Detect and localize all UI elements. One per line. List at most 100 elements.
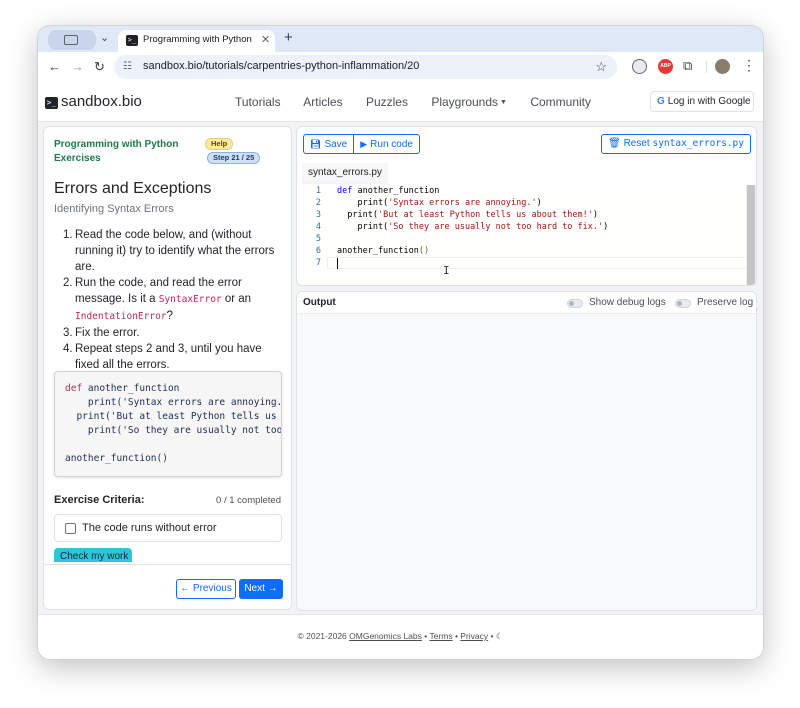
code-line: print('So they are usually not too hard … (87, 425, 282, 436)
privacy-link[interactable]: Privacy (460, 631, 488, 641)
browser-toolbar: ← → ↻ ☷ sandbox.bio/tutorials/carpentrie… (38, 52, 763, 82)
play-icon: ▶ (360, 139, 368, 149)
nav-playgrounds[interactable]: Playgrounds (431, 95, 498, 109)
code-keyword: def (337, 186, 353, 196)
tab-close-icon[interactable]: ✕ (261, 33, 270, 46)
lesson-subtitle: Identifying Syntax Errors (54, 203, 174, 215)
nav-community[interactable]: Community (530, 95, 591, 109)
step-badge[interactable]: Step 21 / 25 (207, 152, 261, 164)
output-title: Output (303, 297, 336, 308)
code-string: 'Syntax errors are annoying.' (388, 198, 537, 208)
reset-file-button[interactable]: 🗑︎ Reset syntax_errors.py (601, 134, 751, 154)
code-line: def another_function (337, 185, 747, 197)
output-header: Output Show debug logs Preserve log (297, 292, 756, 314)
site-nav-links: Tutorials Articles Puzzles Playgrounds ▼ … (235, 95, 611, 109)
tab-search-chevron-icon[interactable]: ⌄ (100, 31, 109, 44)
new-tab-icon[interactable]: + (284, 29, 293, 46)
browser-window: ⌄ >_ Programming with Python Exe ✕ + ← →… (38, 26, 763, 659)
list-item: 2. Run the code, and read the error messa… (63, 277, 252, 322)
address-bar[interactable]: ☷ sandbox.bio/tutorials/carpentries-pyth… (114, 55, 617, 79)
code-text: another_function (352, 186, 440, 196)
previous-button[interactable]: ← Previous (176, 579, 236, 599)
code-text: ) (603, 222, 609, 232)
step-text: Read the code below, and (without runnin… (75, 229, 275, 273)
ibeam-cursor-icon: I (443, 264, 450, 277)
preserve-log-toggle[interactable] (675, 299, 691, 308)
text-cursor (337, 258, 338, 269)
check-my-work-button[interactable]: Check my work (54, 548, 132, 562)
floppy-disk-icon: 💾︎ (310, 139, 322, 149)
editor-scrollbar[interactable] (746, 185, 756, 285)
toggle-knob (677, 301, 682, 306)
dark-mode-moon-icon[interactable]: ☾ (496, 631, 504, 641)
line-number: 1 (315, 186, 321, 196)
lesson-title: Errors and Exceptions (54, 180, 212, 197)
nav-puzzles[interactable]: Puzzles (366, 95, 408, 109)
profile-avatar[interactable] (715, 59, 730, 74)
google-g-icon: G (657, 96, 665, 107)
toolbar-divider (706, 61, 707, 73)
help-badge[interactable]: Help (205, 138, 234, 150)
code-editor[interactable]: 1 2 3 4 5 6 7 def another_function print… (297, 185, 756, 285)
line-number: 4 (315, 222, 321, 232)
code-line: print('Syntax errors are annoying.') (65, 397, 282, 408)
tab-groups-button[interactable] (48, 30, 96, 50)
browser-menu-icon[interactable]: ⋮ (742, 57, 756, 74)
list-item: 1. Read the code below, and (without runn… (63, 229, 275, 273)
line-number: 5 (315, 234, 321, 244)
site-navbar: >_ sandbox.bio Tutorials Articles Puzzles… (38, 82, 763, 122)
page: >_ sandbox.bio Tutorials Articles Puzzles… (38, 82, 763, 659)
company-link[interactable]: OMGenomics Labs (349, 631, 422, 641)
criteria-title: Exercise Criteria: (54, 494, 145, 506)
code-lines: def another_function print( 'Syntax error… (337, 185, 747, 269)
file-tab[interactable]: syntax_errors.py (302, 163, 388, 184)
bookmark-star-icon[interactable]: ☆ (595, 59, 607, 75)
course-title[interactable]: Programming with Python Exercises (54, 138, 194, 166)
nav-articles[interactable]: Articles (303, 95, 342, 109)
site-info-icon[interactable]: ☷ (123, 61, 135, 73)
nav-tutorials[interactable]: Tutorials (235, 95, 281, 109)
scrollbar-thumb[interactable] (747, 185, 755, 285)
adblock-icon[interactable]: ABP (658, 59, 673, 74)
reload-icon[interactable]: ↻ (94, 59, 105, 75)
brand-text: sandbox.bio (61, 93, 142, 110)
active-tab[interactable]: >_ Programming with Python Exe ✕ (118, 30, 275, 52)
code-line: another_function() (65, 453, 168, 464)
code-line: print('But at least Python tells us abou… (76, 411, 277, 422)
back-icon[interactable]: ← (48, 59, 61, 75)
reset-filename: syntax_errors.py (652, 138, 744, 149)
code-string: 'So they are usually not too hard to fix… (388, 222, 604, 232)
next-button[interactable]: Next → (239, 579, 283, 599)
inline-code: IndentationError (75, 311, 167, 322)
step-text: ? (166, 310, 173, 322)
trash-icon: 🗑︎ (608, 138, 624, 149)
puzzle-icon[interactable]: ⧉ (683, 58, 692, 74)
terms-link[interactable]: Terms (429, 631, 452, 641)
save-button[interactable]: 💾︎ Save (304, 135, 353, 153)
terminal-favicon-icon: >_ (126, 35, 138, 46)
tab-strip: ⌄ >_ Programming with Python Exe ✕ + (38, 26, 763, 52)
step-text: or an (221, 293, 252, 305)
debug-logs-toggle[interactable] (567, 299, 583, 308)
url-text: sandbox.bio/tutorials/carpentries-python… (143, 60, 420, 72)
forward-icon[interactable]: → (71, 59, 84, 75)
instruction-list: 1. Read the code below, and (without runn… (54, 227, 286, 373)
google-lens-icon[interactable] (632, 59, 647, 74)
code-text: ) (536, 198, 542, 208)
criteria-count: 0 / 1 completed (216, 495, 281, 506)
line-number: 7 (315, 258, 321, 268)
criteria-checkbox[interactable] (65, 523, 76, 534)
divider (44, 564, 291, 565)
code-line: another_function (82, 383, 180, 394)
line-number-gutter: 1 2 3 4 5 6 7 (297, 185, 325, 285)
toggle-knob (569, 301, 574, 306)
login-label: Log in with Google (667, 96, 751, 107)
code-text: print( (337, 222, 389, 232)
login-google-button[interactable]: G Log in with Google (650, 91, 754, 112)
inline-code: SyntaxError (158, 294, 222, 305)
run-code-button[interactable]: ▶ Run code (353, 135, 419, 153)
site-brand[interactable]: >_ sandbox.bio (45, 93, 142, 110)
code-text: print( (337, 210, 378, 220)
footer-text: © 2021-2026 OMGenomics Labs • Terms • Pr… (38, 631, 763, 642)
